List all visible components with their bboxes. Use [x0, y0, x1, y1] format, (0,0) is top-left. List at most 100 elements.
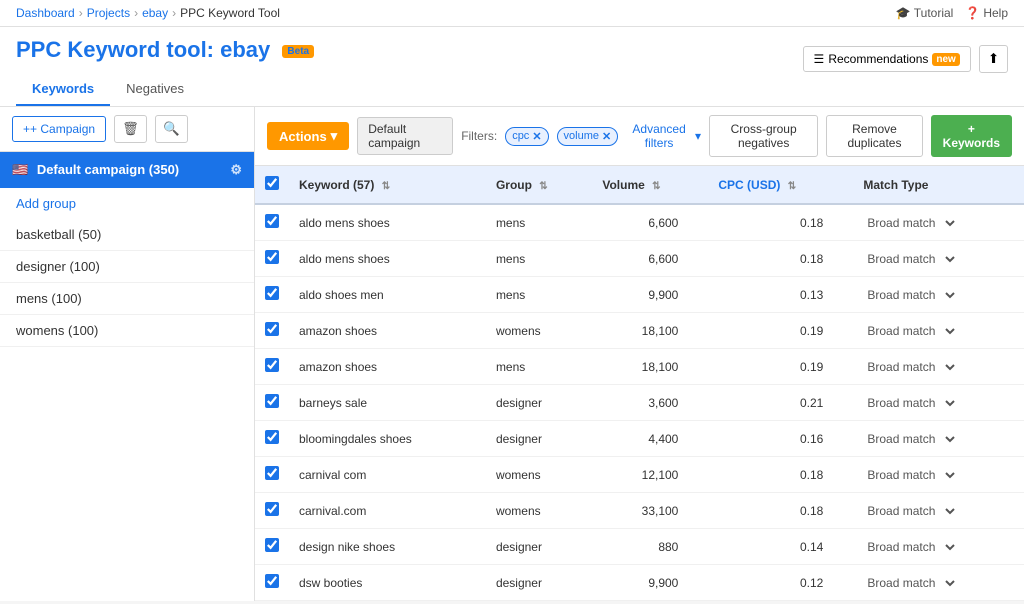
row-checkbox-10[interactable] — [265, 574, 279, 588]
row-checkbox-cell-8[interactable] — [255, 493, 289, 529]
keyword-column-header[interactable]: Keyword (57) ⇅ — [289, 166, 486, 204]
keyword-cell-0: aldo mens shoes — [289, 204, 486, 241]
row-checkbox-5[interactable] — [265, 394, 279, 408]
sidebar-group-mens[interactable]: mens (100) — [0, 283, 254, 315]
match-type-cell-7[interactable]: Broad match Phrase match Exact match — [853, 457, 1024, 493]
row-checkbox-cell-9[interactable] — [255, 529, 289, 565]
match-type-cell-11[interactable]: Broad match Phrase match Exact match — [853, 601, 1024, 602]
campaign-filter-tag[interactable]: Default campaign — [357, 117, 453, 155]
sidebar-group-basketball[interactable]: basketball (50) — [0, 219, 254, 251]
export-icon: ⬆ — [988, 51, 999, 66]
volume-cell-7: 12,100 — [592, 457, 708, 493]
breadcrumb-ebay[interactable]: ebay — [142, 6, 168, 20]
select-all-checkbox[interactable] — [265, 176, 279, 190]
table-row: amazon shoes mens 18,100 0.19 Broad matc… — [255, 349, 1024, 385]
remove-volume-icon[interactable]: ✕ — [602, 130, 611, 143]
advanced-filters-button[interactable]: Advanced filters ▾ — [626, 122, 701, 150]
row-checkbox-cell-10[interactable] — [255, 565, 289, 601]
match-type-select-7[interactable]: Broad match Phrase match Exact match — [863, 467, 958, 483]
filter-tag-volume[interactable]: volume ✕ — [557, 127, 619, 146]
row-checkbox-cell-1[interactable] — [255, 241, 289, 277]
export-button[interactable]: ⬆ — [979, 45, 1008, 73]
match-type-cell-10[interactable]: Broad match Phrase match Exact match — [853, 565, 1024, 601]
row-checkbox-cell-6[interactable] — [255, 421, 289, 457]
row-checkbox-cell-0[interactable] — [255, 204, 289, 241]
beta-badge: Beta — [282, 45, 314, 58]
match-type-select-4[interactable]: Broad match Phrase match Exact match — [863, 359, 958, 375]
row-checkbox-6[interactable] — [265, 430, 279, 444]
row-checkbox-2[interactable] — [265, 286, 279, 300]
table-row: amazon shoes womens 18,100 0.19 Broad ma… — [255, 313, 1024, 349]
row-checkbox-cell-5[interactable] — [255, 385, 289, 421]
keyword-sort-icon: ⇅ — [382, 181, 390, 192]
table-row: aldo mens shoes mens 6,600 0.18 Broad ma… — [255, 241, 1024, 277]
row-checkbox-cell-3[interactable] — [255, 313, 289, 349]
row-checkbox-cell-2[interactable] — [255, 277, 289, 313]
cross-group-negatives-button[interactable]: Cross-group negatives — [709, 115, 818, 157]
breadcrumb-projects[interactable]: Projects — [87, 6, 130, 20]
recommendations-button[interactable]: ☰ Recommendations new — [803, 46, 971, 72]
match-type-cell-1[interactable]: Broad match Phrase match Exact match — [853, 241, 1024, 277]
add-group-link[interactable]: Add group — [0, 188, 254, 219]
row-checkbox-0[interactable] — [265, 214, 279, 228]
row-checkbox-cell-11[interactable] — [255, 601, 289, 602]
row-checkbox-1[interactable] — [265, 250, 279, 264]
select-all-header[interactable] — [255, 166, 289, 204]
breadcrumb-dashboard[interactable]: Dashboard — [16, 6, 75, 20]
table-row: design nike shoes designer 880 0.14 Broa… — [255, 529, 1024, 565]
match-type-cell-3[interactable]: Broad match Phrase match Exact match — [853, 313, 1024, 349]
row-checkbox-cell-4[interactable] — [255, 349, 289, 385]
group-cell-7: womens — [486, 457, 592, 493]
row-checkbox-3[interactable] — [265, 322, 279, 336]
match-type-select-10[interactable]: Broad match Phrase match Exact match — [863, 575, 958, 591]
match-type-select-8[interactable]: Broad match Phrase match Exact match — [863, 503, 958, 519]
match-type-cell-0[interactable]: Broad match Phrase match Exact match — [853, 204, 1024, 241]
group-column-header[interactable]: Group ⇅ — [486, 166, 592, 204]
sidebar-group-womens[interactable]: womens (100) — [0, 315, 254, 347]
cpc-sort-icon: ⇅ — [788, 181, 796, 192]
keyword-cell-7: carnival com — [289, 457, 486, 493]
match-type-select-9[interactable]: Broad match Phrase match Exact match — [863, 539, 958, 555]
tabs: Keywords Negatives — [16, 73, 314, 106]
keywords-table-wrapper: Keyword (57) ⇅ Group ⇅ Volume ⇅ CPC (U — [255, 166, 1024, 601]
cpc-cell-7: 0.18 — [708, 457, 853, 493]
match-type-cell-6[interactable]: Broad match Phrase match Exact match — [853, 421, 1024, 457]
add-keywords-button[interactable]: + Keywords — [931, 115, 1012, 157]
campaign-header[interactable]: 🇺🇸 Default campaign (350) ⚙ — [0, 152, 254, 188]
match-type-select-5[interactable]: Broad match Phrase match Exact match — [863, 395, 958, 411]
match-type-cell-5[interactable]: Broad match Phrase match Exact match — [853, 385, 1024, 421]
row-checkbox-4[interactable] — [265, 358, 279, 372]
search-button[interactable]: 🔍 — [155, 115, 188, 143]
delete-button[interactable]: 🗑 — [114, 115, 147, 143]
cpc-column-header[interactable]: CPC (USD) ⇅ — [708, 166, 853, 204]
volume-sort-icon: ⇅ — [652, 181, 660, 192]
help-link[interactable]: ❓ Help — [965, 6, 1008, 20]
filter-tag-cpc[interactable]: cpc ✕ — [505, 127, 548, 146]
add-campaign-button[interactable]: + + Campaign — [12, 116, 106, 142]
group-cell-2: mens — [486, 277, 592, 313]
tab-keywords[interactable]: Keywords — [16, 73, 110, 106]
row-checkbox-9[interactable] — [265, 538, 279, 552]
match-type-select-6[interactable]: Broad match Phrase match Exact match — [863, 431, 958, 447]
match-type-select-3[interactable]: Broad match Phrase match Exact match — [863, 323, 958, 339]
row-checkbox-7[interactable] — [265, 466, 279, 480]
row-checkbox-cell-7[interactable] — [255, 457, 289, 493]
tab-negatives[interactable]: Negatives — [110, 73, 200, 106]
row-checkbox-8[interactable] — [265, 502, 279, 516]
match-type-select-2[interactable]: Broad match Phrase match Exact match — [863, 287, 958, 303]
match-type-cell-2[interactable]: Broad match Phrase match Exact match — [853, 277, 1024, 313]
remove-cpc-icon[interactable]: ✕ — [532, 130, 541, 143]
match-type-select-0[interactable]: Broad match Phrase match Exact match — [863, 215, 958, 231]
tutorial-link[interactable]: 🎓 Tutorial — [896, 6, 954, 20]
match-type-cell-4[interactable]: Broad match Phrase match Exact match — [853, 349, 1024, 385]
help-icon: ❓ — [965, 6, 980, 20]
match-type-select-1[interactable]: Broad match Phrase match Exact match — [863, 251, 958, 267]
campaign-title-area: 🇺🇸 Default campaign (350) — [12, 162, 179, 178]
volume-column-header[interactable]: Volume ⇅ — [592, 166, 708, 204]
match-type-cell-8[interactable]: Broad match Phrase match Exact match — [853, 493, 1024, 529]
gear-icon[interactable]: ⚙ — [230, 162, 242, 178]
match-type-cell-9[interactable]: Broad match Phrase match Exact match — [853, 529, 1024, 565]
sidebar-group-designer[interactable]: designer (100) — [0, 251, 254, 283]
remove-duplicates-button[interactable]: Remove duplicates — [826, 115, 922, 157]
actions-dropdown-button[interactable]: Actions ▾ — [267, 122, 349, 150]
